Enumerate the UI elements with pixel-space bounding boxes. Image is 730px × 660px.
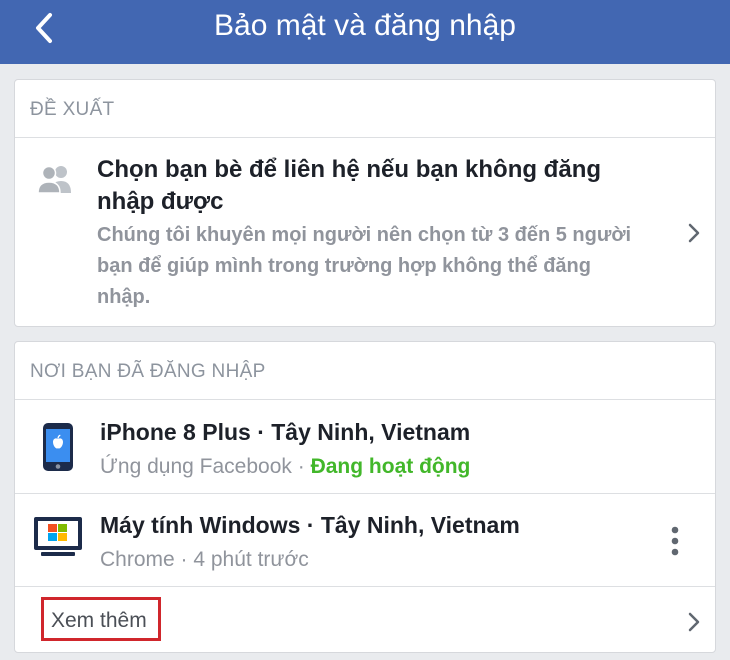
- section-label: ĐỀ XUẤT: [30, 99, 115, 120]
- people-icon: [37, 165, 71, 194]
- login-locations-card: NƠI BẠN ĐÃ ĐĂNG NHẬP iPhone 8 Plus · Tây…: [14, 341, 716, 653]
- iphone-icon: [43, 423, 73, 471]
- device-detail: Chrome · 4 phút trước: [100, 548, 309, 571]
- device-name: Máy tính Windows · Tây Ninh, Vietnam: [100, 512, 520, 538]
- suggestion-title: Chọn bạn bè để liên hệ nếu bạn không đăn…: [97, 156, 602, 215]
- section-header-suggestion: ĐỀ XUẤT: [15, 80, 715, 138]
- trusted-contacts-row[interactable]: Chọn bạn bè để liên hệ nếu bạn không đăn…: [15, 138, 715, 328]
- suggestion-description: Chúng tôi khuyên mọi người nên chọn từ 3…: [97, 224, 632, 308]
- suggestion-card: ĐỀ XUẤT Chọn bạn bè để liên hệ nếu bạn k…: [14, 79, 716, 327]
- windows-computer-icon: [34, 517, 82, 556]
- see-more-label: Xem thêm: [51, 609, 147, 632]
- device-app: Ứng dụng Facebook: [100, 455, 292, 478]
- see-more-link[interactable]: Xem thêm: [41, 597, 161, 641]
- active-status: Đang hoạt động: [310, 455, 471, 478]
- device-name: iPhone 8 Plus · Tây Ninh, Vietnam: [100, 419, 471, 445]
- top-bar: Bảo mật và đăng nhập: [0, 0, 730, 64]
- device-row-windows[interactable]: Máy tính Windows · Tây Ninh, Vietnam Chr…: [15, 494, 715, 587]
- more-options-icon[interactable]: [663, 524, 687, 558]
- see-more-row[interactable]: Xem thêm: [15, 587, 715, 653]
- device-row-iphone[interactable]: iPhone 8 Plus · Tây Ninh, Vietnam Ứng dụ…: [15, 401, 715, 494]
- device-detail: Ứng dụng Facebook · Đang hoạt động: [100, 453, 470, 481]
- section-header-logins: NƠI BẠN ĐÃ ĐĂNG NHẬP: [15, 342, 715, 400]
- section-label: NƠI BẠN ĐÃ ĐĂNG NHẬP: [30, 361, 266, 382]
- chevron-right-icon: [688, 223, 700, 243]
- chevron-right-icon: [688, 612, 700, 632]
- page-title: Bảo mật và đăng nhập: [214, 9, 516, 42]
- separator: ·: [291, 455, 311, 478]
